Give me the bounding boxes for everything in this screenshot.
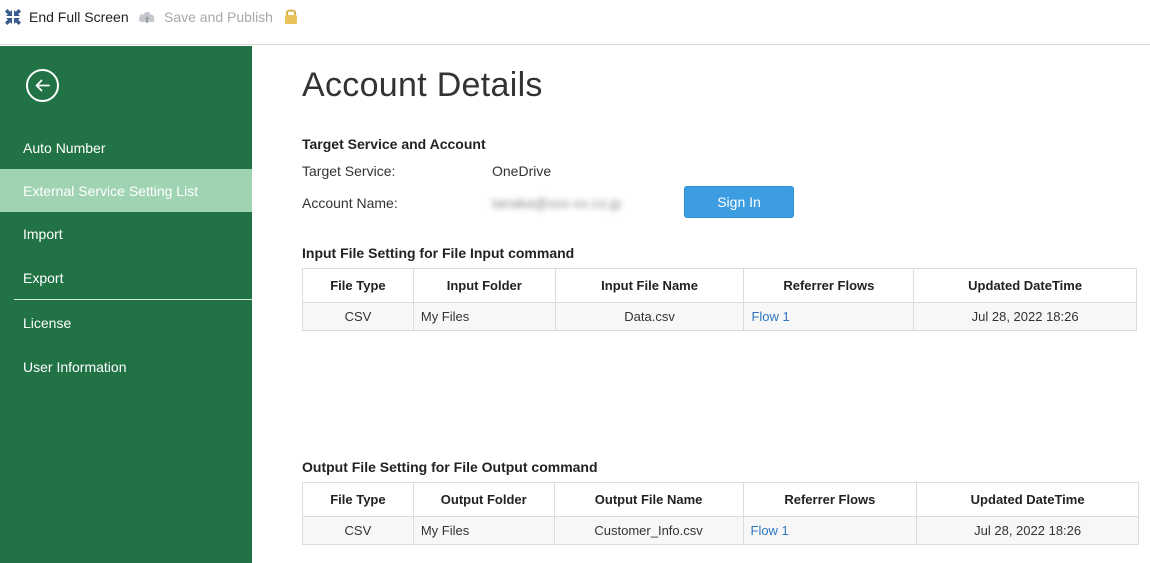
cell-folder: My Files	[412, 516, 555, 545]
cell-file-type: CSV	[302, 516, 414, 545]
cell-file-name: Data.csv	[554, 302, 745, 331]
column-header-referrer-flows[interactable]: Referrer Flows	[743, 268, 915, 303]
target-service-label: Target Service:	[302, 163, 396, 179]
cell-folder: My Files	[412, 302, 556, 331]
cell-referrer-flow: Flow 1	[742, 516, 918, 545]
table-row[interactable]: CSV My Files Customer_Info.csv Flow 1 Ju…	[302, 516, 1139, 545]
top-toolbar: End Full Screen Save and Publish	[0, 0, 1150, 45]
sign-in-button[interactable]: Sign In	[684, 186, 794, 218]
column-header-input-file-name[interactable]: Input File Name	[554, 268, 745, 303]
sidebar-item-label: License	[23, 314, 72, 331]
sidebar-item-external-service-setting-list[interactable]: External Service Setting List	[0, 169, 252, 212]
target-service-value: OneDrive	[492, 163, 552, 179]
output-file-table: File Type Output Folder Output File Name…	[302, 482, 1139, 545]
input-file-table: File Type Input Folder Input File Name R…	[302, 268, 1137, 331]
column-header-file-type[interactable]: File Type	[302, 268, 414, 303]
output-section-title: Output File Setting for File Output comm…	[302, 459, 598, 475]
main-content: Account Details Target Service and Accou…	[252, 46, 1150, 563]
page-title: Account Details	[302, 66, 543, 104]
column-header-referrer-flows[interactable]: Referrer Flows	[742, 482, 918, 517]
lock-icon	[285, 9, 297, 24]
account-name-label: Account Name:	[302, 195, 398, 211]
flow-link[interactable]: Flow 1	[751, 523, 789, 538]
sidebar-item-user-information[interactable]: User Information	[0, 345, 252, 388]
sidebar-item-import[interactable]: Import	[0, 212, 252, 255]
sidebar-item-export[interactable]: Export	[0, 256, 252, 299]
sidebar-item-license[interactable]: License	[0, 301, 252, 344]
target-section-title: Target Service and Account	[302, 136, 486, 152]
account-name-value: tanaka@xxx-xx.co.jp	[492, 195, 622, 211]
table-row[interactable]: CSV My Files Data.csv Flow 1 Jul 28, 202…	[302, 302, 1137, 331]
sidebar-item-label: External Service Setting List	[23, 182, 199, 199]
end-fullscreen-button[interactable]: End Full Screen	[4, 6, 129, 28]
cell-updated: Jul 28, 2022 18:26	[913, 302, 1137, 331]
column-header-updated-datetime[interactable]: Updated DateTime	[913, 268, 1137, 303]
sidebar-item-label: Import	[23, 225, 63, 242]
flow-link[interactable]: Flow 1	[751, 309, 789, 324]
cell-file-type: CSV	[302, 302, 414, 331]
cloud-upload-icon	[138, 12, 155, 23]
input-section-title: Input File Setting for File Input comman…	[302, 245, 575, 261]
sidebar-divider	[14, 299, 252, 300]
column-header-file-type[interactable]: File Type	[302, 482, 414, 517]
column-header-updated-datetime[interactable]: Updated DateTime	[916, 482, 1139, 517]
sidebar: Auto Number External Service Setting Lis…	[0, 46, 252, 563]
sidebar-item-label: Export	[23, 269, 64, 286]
cell-file-name: Customer_Info.csv	[553, 516, 744, 545]
column-header-output-folder[interactable]: Output Folder	[412, 482, 555, 517]
sidebar-item-auto-number[interactable]: Auto Number	[0, 126, 252, 169]
column-header-input-folder[interactable]: Input Folder	[412, 268, 556, 303]
sidebar-item-label: Auto Number	[23, 139, 106, 156]
end-fullscreen-label: End Full Screen	[29, 9, 129, 25]
save-and-publish-label: Save and Publish	[164, 9, 273, 25]
cell-updated: Jul 28, 2022 18:26	[916, 516, 1139, 545]
table-header-row: File Type Output Folder Output File Name…	[302, 482, 1139, 517]
collapse-arrows-icon	[5, 9, 21, 25]
sidebar-item-label: User Information	[23, 358, 127, 375]
cell-referrer-flow: Flow 1	[743, 302, 915, 331]
back-button[interactable]	[26, 69, 59, 102]
table-header-row: File Type Input Folder Input File Name R…	[302, 268, 1137, 303]
column-header-output-file-name[interactable]: Output File Name	[553, 482, 744, 517]
save-and-publish-button[interactable]: Save and Publish	[137, 6, 273, 28]
arrow-left-icon	[35, 79, 50, 92]
